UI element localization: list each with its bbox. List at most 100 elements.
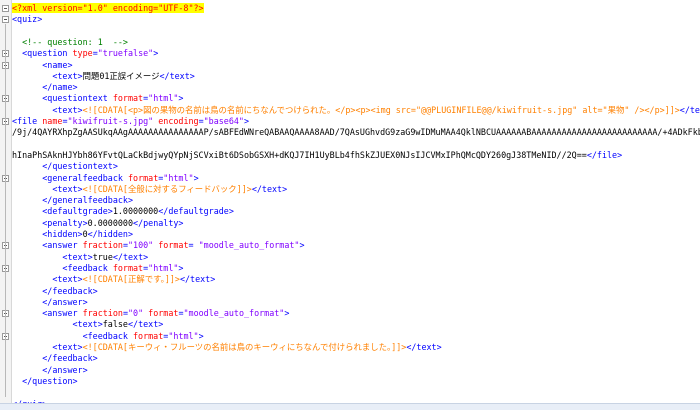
- code-token: "kiwifruit-s.jpg": [67, 116, 154, 126]
- code-line[interactable]: <text><![CDATA[<p>図の果物の名前は鳥の名前にちなんでつけられた…: [12, 105, 700, 116]
- code-token: name: [42, 116, 63, 126]
- code-token: <![CDATA[正解です。]]>: [82, 274, 180, 285]
- code-line[interactable]: <text><![CDATA[全般に対するフィードバック]]></text>: [12, 184, 700, 195]
- code-token: "100": [127, 240, 154, 251]
- code-token: </text>: [112, 251, 149, 262]
- code-token: >: [198, 330, 204, 341]
- code-token: "moodle_auto_format": [183, 308, 285, 319]
- code-line[interactable]: /9j/4QAYRXhpZgAASUkqAAgAAAAAAAAAAAAAAAP/…: [12, 127, 700, 138]
- code-line[interactable]: [12, 387, 700, 398]
- code-token: </question>: [12, 375, 78, 386]
- code-token: <![CDATA[キーウィ・フルーツの名前は鳥のキーウィにちなんで付けられました…: [82, 342, 407, 352]
- code-token: </defaultgrade>: [158, 206, 234, 217]
- code-token: </penalty>: [133, 217, 184, 228]
- code-line[interactable]: <text><![CDATA[正解です。]]></text>: [12, 274, 700, 285]
- code-line[interactable]: <name>: [12, 60, 700, 71]
- code-token: "0": [127, 308, 144, 319]
- code-token: encoding: [158, 116, 199, 126]
- code-token: <text>: [12, 319, 103, 330]
- code-line[interactable]: </question>: [12, 376, 700, 387]
- code-line[interactable]: <feedback format="html">: [12, 263, 700, 274]
- code-token: >: [178, 93, 184, 104]
- code-token: <answer: [12, 240, 83, 251]
- code-line[interactable]: <text>true</text>: [12, 252, 700, 263]
- code-line[interactable]: <answer fraction="100" format= "moodle_a…: [12, 240, 700, 251]
- code-token: "html": [163, 172, 194, 183]
- code-token: <![CDATA[<p>図の果物の名前は鳥の名前にちなんでつけられた。</p><…: [82, 104, 680, 115]
- code-token: >: [153, 48, 159, 59]
- code-line[interactable]: <defaultgrade>1.0000000</defaultgrade>: [12, 206, 700, 217]
- code-token: >: [284, 308, 290, 319]
- code-token: </feedback>: [12, 353, 98, 364]
- xml-editor[interactable]: <?xml version="1.0" encoding="UTF-8"?> <q…: [0, 0, 700, 404]
- code-line[interactable]: </feedback>: [12, 353, 700, 364]
- code-line[interactable]: <hidden>0</hidden>: [12, 229, 700, 240]
- code-token: format: [112, 262, 144, 273]
- code-line[interactable]: </feedback>: [12, 286, 700, 297]
- code-line[interactable]: [12, 139, 700, 150]
- code-token: </answer>: [12, 364, 88, 375]
- code-token: <question: [12, 48, 73, 59]
- code-token: format: [133, 330, 164, 341]
- code-token: </answer>: [12, 296, 88, 307]
- code-line[interactable]: <questiontext format="html">: [12, 93, 700, 104]
- code-token: </text>: [127, 319, 164, 330]
- code-token: false: [102, 319, 128, 330]
- code-line[interactable]: <generalfeedback format="html">: [12, 173, 700, 184]
- code-token: >: [178, 262, 184, 273]
- code-line[interactable]: </answer>: [12, 297, 700, 308]
- code-token: format: [158, 240, 189, 251]
- horizontal-scrollbar[interactable]: [0, 403, 700, 410]
- code-token: </hidden>: [87, 229, 134, 239]
- code-token: <text>: [12, 251, 93, 262]
- code-line[interactable]: <file name="kiwifruit-s.jpg" encoding="b…: [12, 116, 700, 127]
- code-token: <questiontext: [12, 93, 113, 104]
- code-line[interactable]: [12, 26, 700, 37]
- code-token: "truefalse": [97, 48, 154, 59]
- code-token: <text>: [12, 342, 83, 352]
- code-line[interactable]: <question type="truefalse">: [12, 48, 700, 59]
- code-token: "html": [168, 330, 199, 341]
- fold-guide-line: [5, 24, 6, 398]
- code-line[interactable]: <text>問題01正誤イメージ</text>: [12, 71, 700, 82]
- code-token: <text>: [12, 70, 83, 81]
- code-line[interactable]: </name>: [12, 82, 700, 93]
- code-token: 0.0000000: [87, 217, 134, 228]
- code-token: </file>: [586, 149, 623, 160]
- fold-toggle-icon[interactable]: [2, 16, 9, 24]
- code-token: "html": [148, 93, 179, 104]
- code-token: format: [148, 308, 179, 319]
- code-token: fraction: [82, 240, 123, 251]
- code-line[interactable]: </generalfeedback>: [12, 195, 700, 206]
- code-token: "base64": [203, 116, 244, 126]
- code-line[interactable]: <feedback format="html">: [12, 331, 700, 342]
- code-line[interactable]: <penalty>0.0000000</penalty>: [12, 218, 700, 229]
- code-token: </text>: [179, 274, 216, 285]
- code-token: <file: [12, 116, 43, 126]
- code-token: /9j/4QAYRXhpZgAASUkqAAgAAAAAAAAAAAAAAAP/…: [12, 127, 700, 138]
- code-token: </text>: [406, 342, 442, 352]
- code-token: >: [299, 240, 305, 251]
- code-token: format: [127, 172, 159, 183]
- code-token: <penalty>: [12, 217, 88, 228]
- code-line[interactable]: hInaPhSAknHJYbh86YFvtQLaCkBdjwyQYpNjSCVx…: [12, 150, 700, 161]
- code-token: </generalfeedback>: [12, 195, 134, 206]
- code-token: </text>: [251, 183, 288, 194]
- code-token: >: [243, 116, 250, 126]
- code-token: fraction: [82, 308, 123, 319]
- code-line[interactable]: </answer>: [12, 365, 700, 376]
- fold-toggle-icon[interactable]: [2, 5, 9, 12]
- code-token: </name>: [12, 82, 78, 93]
- code-line[interactable]: <!-- question: 1 -->: [12, 37, 700, 48]
- code-line[interactable]: <text><![CDATA[キーウィ・フルーツの名前は鳥のキーウィにちなんで付…: [12, 342, 700, 353]
- code-token: format: [112, 93, 144, 104]
- code-token: </questiontext>: [12, 161, 118, 172]
- code-line[interactable]: <?xml version="1.0" encoding="UTF-8"?>: [12, 3, 700, 14]
- code-token: <answer: [12, 308, 83, 319]
- code-line[interactable]: <quiz>: [12, 14, 700, 25]
- code-line[interactable]: <text>false</text>: [12, 319, 700, 330]
- code-line[interactable]: <answer fraction="0" format="moodle_auto…: [12, 308, 700, 319]
- code-line[interactable]: </questiontext>: [12, 161, 700, 172]
- code-token: <defaultgrade>: [12, 206, 113, 217]
